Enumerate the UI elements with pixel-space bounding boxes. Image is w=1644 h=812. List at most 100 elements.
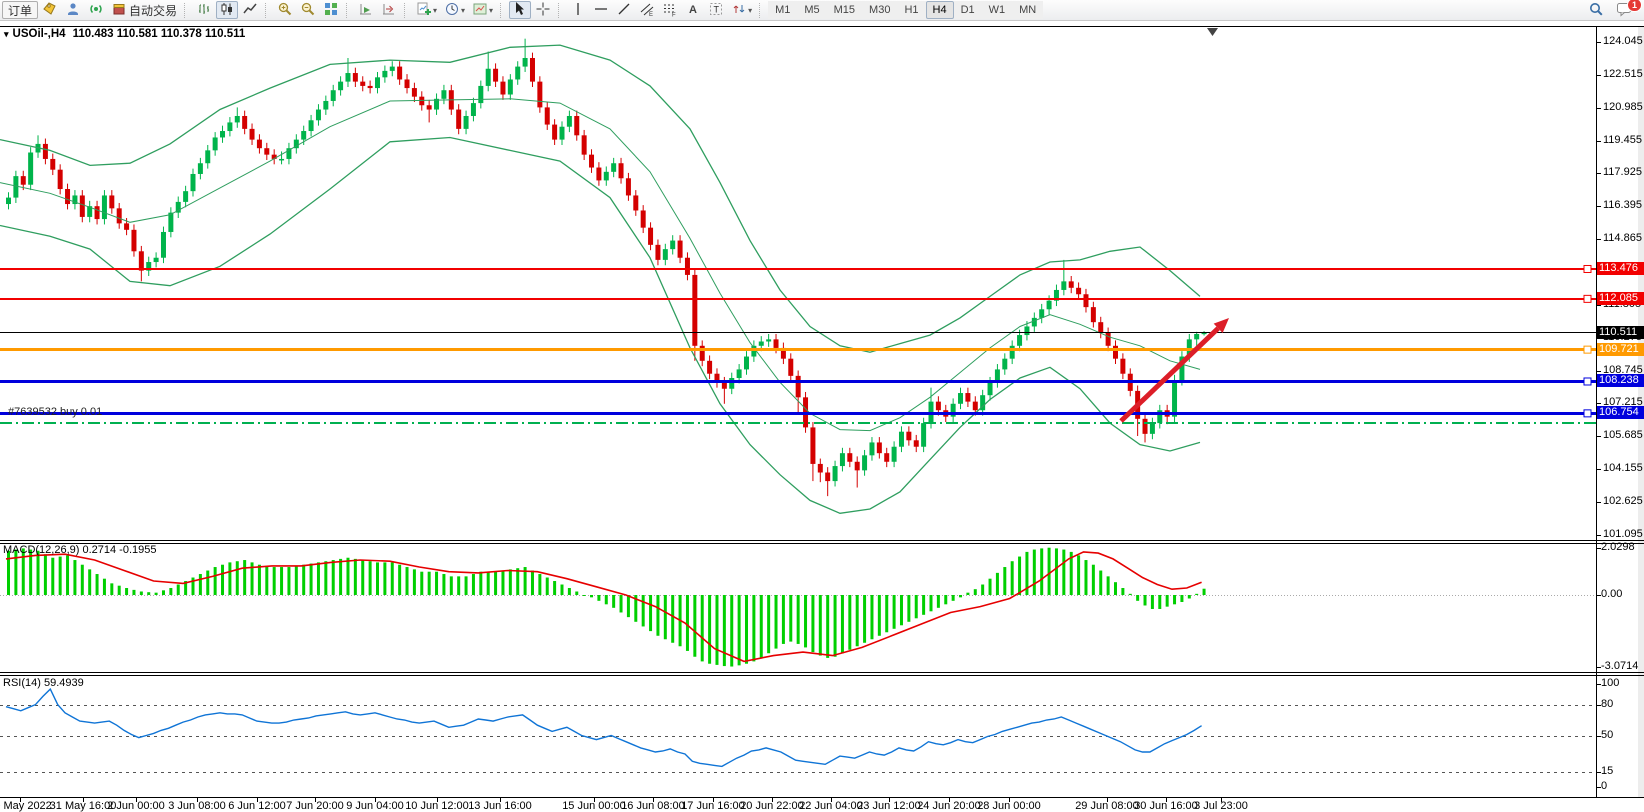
tf-M15[interactable]: M15 <box>827 1 862 19</box>
macd-bar <box>214 567 217 595</box>
candle-body <box>921 423 926 447</box>
horizontal-line-tool-button[interactable] <box>590 1 612 19</box>
line-chart-type-button[interactable] <box>239 1 261 19</box>
toolbar-separator <box>404 3 409 18</box>
candle-body <box>818 464 823 473</box>
market-watch-button[interactable] <box>62 1 84 19</box>
candle-body <box>833 466 838 481</box>
line-handle <box>1584 295 1591 302</box>
auto-scroll-button[interactable] <box>355 1 377 19</box>
auto-trading-button[interactable]: 自动交易 <box>108 1 180 19</box>
zoom-in-button[interactable] <box>274 1 296 19</box>
macd-bar <box>642 595 645 626</box>
macd-bar <box>162 590 165 595</box>
candle-body <box>988 382 993 395</box>
candle-body <box>338 82 343 91</box>
candle-body <box>508 79 513 94</box>
macd-bar <box>937 595 940 608</box>
notifications-button[interactable]: 1 <box>1613 1 1636 19</box>
macd-bar <box>1180 595 1183 602</box>
tf-D1[interactable]: D1 <box>954 1 982 19</box>
symbol-dropdown-caret[interactable]: ▾ <box>4 29 9 39</box>
tile-windows-icon <box>323 1 339 20</box>
cursor-tool-button[interactable] <box>509 1 531 19</box>
macd-bar <box>819 595 822 656</box>
macd-bar <box>110 583 113 595</box>
tf-M1[interactable]: M1 <box>768 1 797 19</box>
candle-body <box>648 228 653 245</box>
tf-MN[interactable]: MN <box>1012 1 1043 19</box>
macd-bar <box>280 567 283 595</box>
candle-body <box>611 163 616 172</box>
chart-shift-icon <box>381 1 397 20</box>
candle-body <box>279 159 284 161</box>
macd-bar <box>494 572 497 595</box>
zoom-out-button[interactable] <box>297 1 319 19</box>
search-button[interactable] <box>1585 1 1607 19</box>
candle-body <box>486 69 491 86</box>
candle-body <box>1120 359 1125 374</box>
macd-bar <box>974 589 977 595</box>
chart-shift-button[interactable] <box>378 1 400 19</box>
autotrade-box-icon <box>111 1 127 20</box>
text-tool-button[interactable]: A <box>682 1 704 19</box>
macd-bar <box>671 595 674 643</box>
svg-text:A: A <box>689 4 697 16</box>
candle-body <box>825 473 830 482</box>
macd-bar <box>686 595 689 651</box>
chart-window[interactable]: 124.045122.515120.985119.455117.925116.3… <box>0 0 1644 812</box>
macd-bar <box>1040 548 1043 595</box>
text-label-tool-button[interactable]: T <box>705 1 727 19</box>
orders-button[interactable]: 订单 <box>2 1 38 19</box>
macd-bar <box>996 573 999 595</box>
macd-bar <box>361 560 364 595</box>
candle-body <box>1083 294 1088 307</box>
zoom-out-icon <box>300 1 316 20</box>
bar-chart-type-button[interactable] <box>193 1 215 19</box>
templates-button[interactable]: ▾ <box>469 1 496 19</box>
trend-arrow <box>1121 328 1218 421</box>
candle-body <box>205 150 210 163</box>
candle-body <box>360 82 365 86</box>
macd-bar <box>51 558 54 595</box>
trendline-tool-button[interactable] <box>613 1 635 19</box>
arrows-tool-button[interactable]: ▾ <box>728 1 755 19</box>
candle-body <box>323 101 328 110</box>
candle-body <box>552 125 557 140</box>
candlestick-chart-type-button[interactable] <box>216 1 238 19</box>
candle-body <box>1032 318 1037 327</box>
macd-bar <box>14 550 17 595</box>
candle-body <box>663 249 668 260</box>
vertical-line-tool-button[interactable] <box>567 1 589 19</box>
toolbar-separator <box>759 3 764 18</box>
crosshair-tool-button[interactable] <box>532 1 554 19</box>
candle-body <box>456 110 461 129</box>
macd-bar <box>1158 595 1161 609</box>
new-order-button[interactable] <box>39 1 61 19</box>
channel-tool-button[interactable]: E <box>636 1 658 19</box>
candle-body <box>744 357 749 370</box>
chart-canvas[interactable] <box>0 0 1644 812</box>
tf-H1[interactable]: H1 <box>897 1 925 19</box>
macd-bar <box>856 595 859 646</box>
macd-signal-line <box>6 552 1202 662</box>
trade-position-label[interactable]: #7639532 buy 0.01 <box>8 406 102 418</box>
new-chart-button[interactable]: ▾ <box>413 1 440 19</box>
macd-bar <box>1151 595 1154 609</box>
tf-W1[interactable]: W1 <box>982 1 1013 19</box>
macd-bar <box>236 561 239 595</box>
tf-M5[interactable]: M5 <box>797 1 826 19</box>
profiles-button[interactable]: ▾ <box>441 1 468 19</box>
zoom-in-icon <box>277 1 293 20</box>
fibonacci-tool-button[interactable]: F <box>659 1 681 19</box>
tile-windows-button[interactable] <box>320 1 342 19</box>
tf-H4[interactable]: H4 <box>926 1 954 19</box>
candle-body <box>1017 335 1022 346</box>
candle-body <box>582 135 587 154</box>
signals-button[interactable] <box>85 1 107 19</box>
candle-body <box>382 71 387 77</box>
macd-bar <box>575 592 578 595</box>
macd-bar <box>930 595 933 611</box>
tf-M30[interactable]: M30 <box>862 1 897 19</box>
candle-body <box>788 359 793 376</box>
